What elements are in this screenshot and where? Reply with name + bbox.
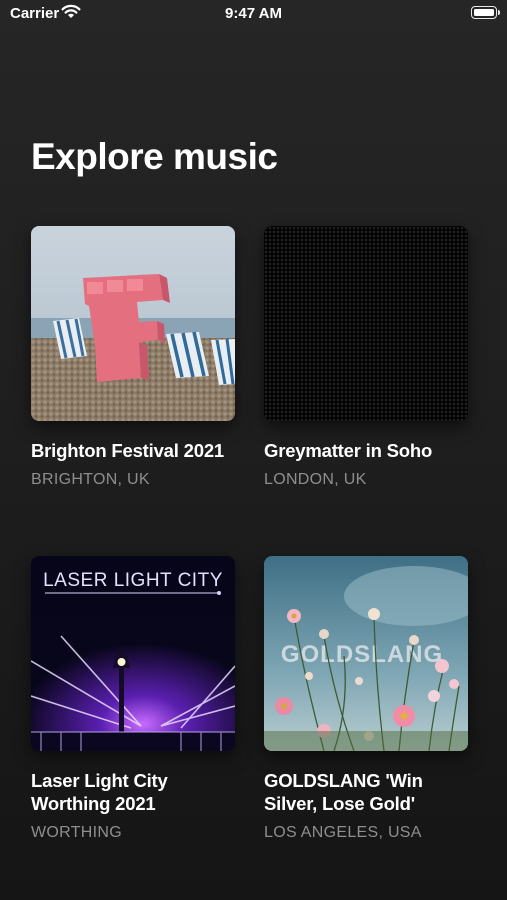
music-card-goldslang[interactable]: GOLDSLANG GOLDSLANG 'Win Silver, Lose Go…: [264, 556, 468, 842]
card-title: GOLDSLANG 'Win Silver, Lose Gold': [264, 770, 423, 814]
laser-light-logo-text: LASER LIGHT CITY: [43, 570, 223, 591]
card-subtitle: LONDON, UK: [264, 471, 367, 488]
card-subtitle: LOS ANGELES, USA: [264, 824, 422, 841]
greymatter-artwork[interactable]: [264, 226, 468, 421]
page-title: Explore music: [31, 136, 278, 177]
clock: 9:47 AM: [225, 5, 282, 22]
battery-icon: [471, 6, 500, 19]
status-bar: Carrier 9:47 AM: [0, 0, 507, 28]
festival-artwork[interactable]: [31, 226, 235, 421]
card-title: Laser Light City Worthing 2021: [31, 770, 168, 814]
music-card-laser-light-city[interactable]: LASER LIGHT CITY Laser Light City Worthi…: [31, 556, 235, 842]
goldslang-artwork[interactable]: GOLDSLANG: [264, 556, 468, 751]
card-title: Brighton Festival 2021: [31, 440, 224, 461]
goldslang-logo-text: GOLDSLANG: [281, 641, 443, 668]
music-card-greymatter[interactable]: Greymatter in Soho LONDON, UK: [264, 226, 468, 489]
card-subtitle: WORTHING: [31, 824, 122, 841]
card-subtitle: BRIGHTON, UK: [31, 471, 150, 488]
music-card-brighton[interactable]: Brighton Festival 2021 BRIGHTON, UK: [31, 226, 235, 489]
laser-light-artwork[interactable]: LASER LIGHT CITY: [31, 556, 235, 751]
card-title: Greymatter in Soho: [264, 440, 433, 461]
